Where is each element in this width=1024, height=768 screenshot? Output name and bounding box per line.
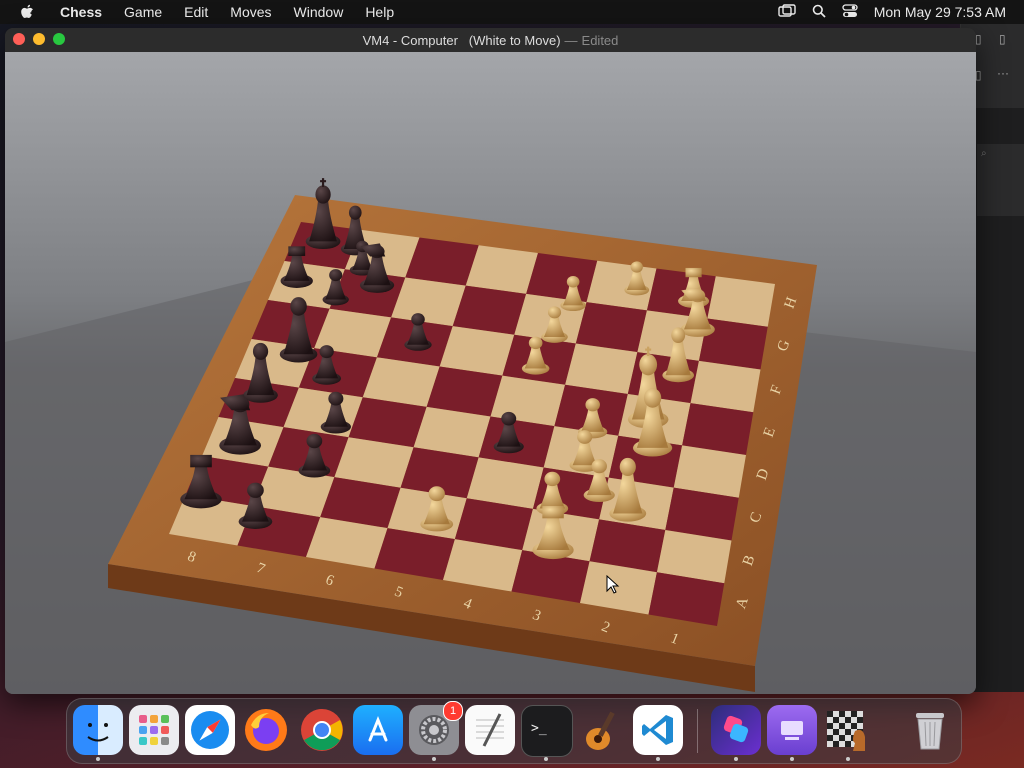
board-square[interactable] [465,245,538,294]
menu-edit[interactable]: Edit [184,4,208,20]
simulator-running-indicator [790,757,794,761]
edited-indicator[interactable]: Edited [582,33,619,48]
shortcuts-icon[interactable] [711,705,761,755]
menu-app-chess[interactable]: Chess [60,4,102,20]
zoom-button[interactable] [53,33,65,45]
textedit-icon[interactable] [465,705,515,755]
board-square[interactable] [586,260,657,311]
control-center-icon[interactable] [842,3,858,21]
close-button[interactable] [13,33,25,45]
menu-game[interactable]: Game [124,4,162,20]
app-store-icon[interactable] [353,705,403,755]
launchpad-icon[interactable] [129,705,179,755]
terminal-running-indicator [544,757,548,761]
background-search-field[interactable]: ⌕ [977,144,1024,216]
firefox-icon[interactable] [241,705,291,755]
menu-clock[interactable]: Mon May 29 7:53 AM [874,4,1006,20]
board-square[interactable] [526,253,598,303]
board-scene[interactable]: 87654321HGFEDCBA [5,52,976,694]
simulator-icon[interactable] [767,705,817,755]
menu-window[interactable]: Window [294,4,344,20]
chess-running-indicator [846,757,850,761]
dock: 1 >_ [66,698,962,764]
safari-icon[interactable] [185,705,235,755]
screen-mirroring-icon[interactable] [778,3,796,21]
finder-icon[interactable] [73,705,123,755]
chess-icon[interactable] [823,705,873,755]
menu-moves[interactable]: Moves [230,4,271,20]
board-square[interactable] [565,343,638,394]
menu-bar: Chess Game Edit Moves Window Help Mon Ma… [0,0,1024,24]
board-square[interactable] [575,302,647,353]
minimize-button[interactable] [33,33,45,45]
split-view-icon[interactable]: ▯ [999,32,1006,46]
system-settings-icon[interactable]: 1 [409,701,463,755]
board-square[interactable] [452,285,527,335]
terminal-icon[interactable]: >_ [521,705,573,757]
dock-separator [697,709,698,753]
vscode-icon[interactable] [633,705,683,755]
settings-badge: 1 [443,701,463,721]
settings-running-indicator [432,757,436,761]
spotlight-search-icon[interactable] [812,4,826,21]
board-svg[interactable]: 87654321HGFEDCBA [5,52,976,694]
window-title: VM4 - Computer (White to Move) [362,32,561,48]
menu-help[interactable]: Help [365,4,394,20]
window-titlebar[interactable]: VM4 - Computer (White to Move) — Edited [5,28,976,52]
chess-window: VM4 - Computer (White to Move) — Edited [5,28,976,694]
chrome-icon[interactable] [297,705,347,755]
finder-running-indicator [96,757,100,761]
search-icon: ⌕ [981,148,987,159]
garageband-icon[interactable] [577,705,627,755]
title-separator: — [564,32,578,48]
board-square[interactable] [646,268,716,319]
vscode-running-indicator [656,757,660,761]
svg-text:>_: >_ [531,721,547,736]
trash-icon[interactable] [905,705,955,755]
board-square[interactable] [690,360,761,413]
apple-icon[interactable] [18,3,36,21]
board-square[interactable] [707,276,775,327]
shortcuts-running-indicator [734,757,738,761]
more-icon[interactable]: ··· [997,66,1009,80]
